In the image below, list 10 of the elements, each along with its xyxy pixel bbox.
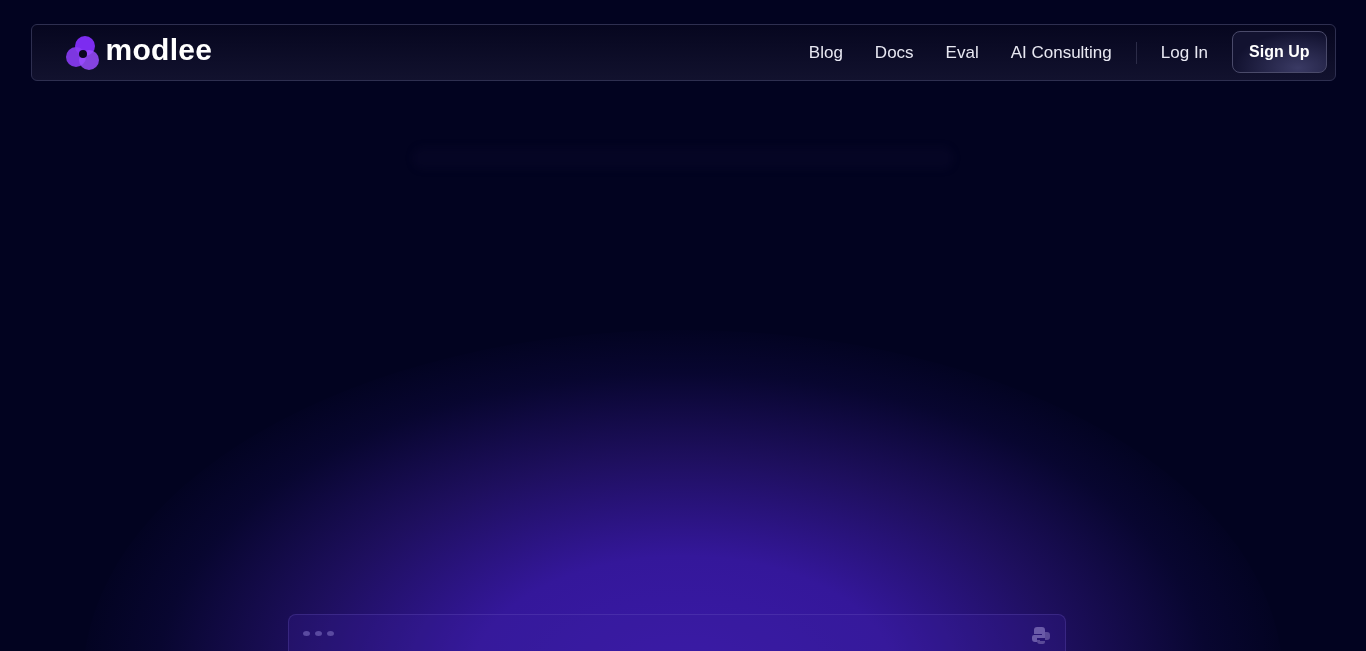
nav-link[interactable]: AI Consulting [1010, 42, 1112, 63]
login-link[interactable]: Log In [1160, 42, 1209, 63]
snake-logo-icon [1031, 626, 1051, 644]
nav-link[interactable]: Eval [945, 42, 979, 63]
logo-icon [64, 34, 101, 71]
nav-link[interactable]: Docs [874, 42, 914, 63]
nav-link[interactable]: Blog [808, 42, 843, 63]
sign-up-button[interactable]: Sign Up [1232, 30, 1327, 73]
window-dots-icon [303, 631, 334, 636]
brand-name[interactable]: modlee [105, 32, 213, 67]
